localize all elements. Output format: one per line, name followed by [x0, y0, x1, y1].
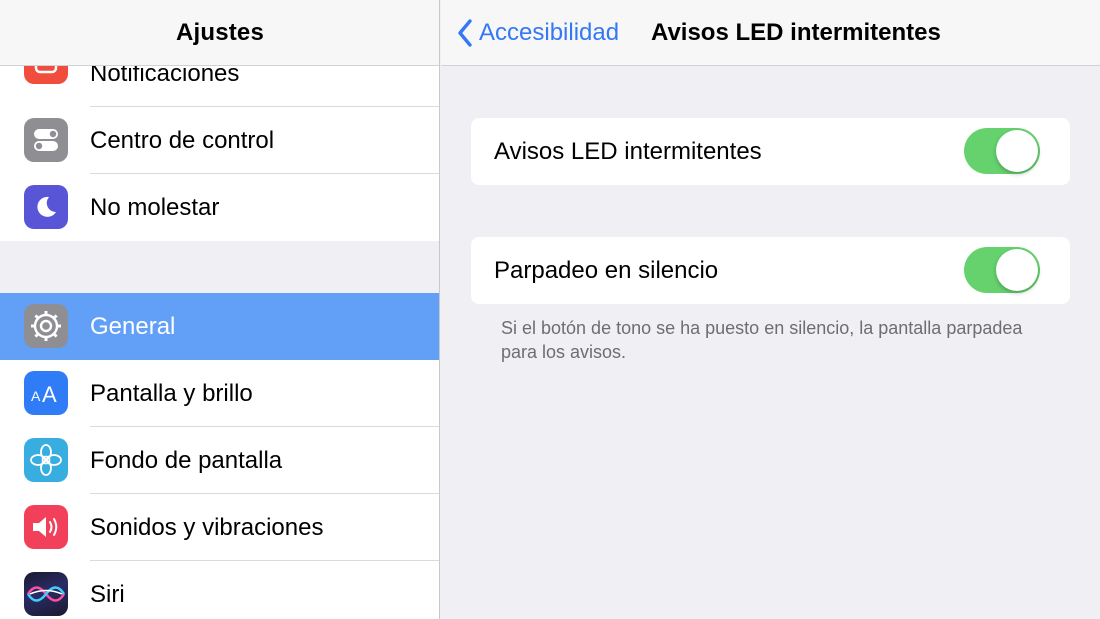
toggle-knob: [996, 249, 1038, 291]
back-button[interactable]: Accesibilidad: [457, 16, 619, 50]
settings-sidebar: Ajustes Notificaciones Centro de control: [0, 0, 440, 619]
siri-icon: [24, 572, 68, 616]
sidebar-group-1: Notificaciones Centro de control No mole…: [0, 40, 439, 241]
gear-icon: [24, 304, 68, 348]
sidebar-item-centro-de-control[interactable]: Centro de control: [0, 107, 439, 174]
svg-text:A: A: [42, 382, 57, 405]
setting-footnote: Si el botón de tono se ha puesto en sile…: [501, 318, 1023, 362]
sidebar-item-label: Pantalla y brillo: [90, 379, 253, 407]
text-size-icon: A A: [24, 371, 68, 415]
svg-text:A: A: [31, 388, 41, 404]
sidebar-group-2: General A A Pantalla y brillo Fondo de p…: [0, 293, 439, 619]
flash-on-silent-toggle[interactable]: [964, 247, 1040, 293]
sidebar-item-fondo-de-pantalla[interactable]: Fondo de pantalla: [0, 427, 439, 494]
setting-label: Parpadeo en silencio: [494, 256, 719, 284]
toggle-knob: [996, 130, 1038, 172]
detail-header: Accesibilidad Avisos LED intermitentes: [441, 0, 1100, 66]
sidebar-item-sonidos-y-vibraciones[interactable]: Sonidos y vibraciones: [0, 494, 439, 561]
control-center-icon: [24, 118, 68, 162]
sidebar-title: Ajustes: [175, 18, 265, 46]
back-button-label: Accesibilidad: [479, 19, 620, 46]
sidebar-item-general[interactable]: General: [0, 293, 439, 360]
led-flash-toggle[interactable]: [964, 128, 1040, 174]
sidebar-item-label: Sonidos y vibraciones: [90, 513, 324, 541]
sidebar-item-label: No molestar: [90, 193, 220, 221]
sidebar-item-pantalla-y-brillo[interactable]: A A Pantalla y brillo: [0, 360, 439, 427]
flower-icon: [24, 438, 68, 482]
page-title: Avisos LED intermitentes: [651, 19, 941, 46]
sidebar-item-no-molestar[interactable]: No molestar: [0, 174, 439, 241]
setting-row-avisos-led: Avisos LED intermitentes: [471, 118, 1070, 185]
chevron-left-icon: [458, 19, 472, 47]
speaker-icon: [24, 505, 68, 549]
setting-row-parpadeo-silencio: Parpadeo en silencio: [471, 237, 1070, 304]
moon-icon: [24, 185, 68, 229]
sidebar-item-label: Fondo de pantalla: [90, 446, 283, 474]
sidebar-item-siri[interactable]: Siri: [0, 561, 439, 619]
setting-label: Avisos LED intermitentes: [494, 137, 762, 165]
sidebar-item-label: Centro de control: [90, 126, 275, 154]
sidebar-item-label: Siri: [90, 580, 125, 608]
detail-pane: Accesibilidad Avisos LED intermitentes A…: [441, 0, 1100, 619]
sidebar-header: Ajustes: [0, 0, 439, 66]
sidebar-item-label: General: [90, 312, 176, 340]
